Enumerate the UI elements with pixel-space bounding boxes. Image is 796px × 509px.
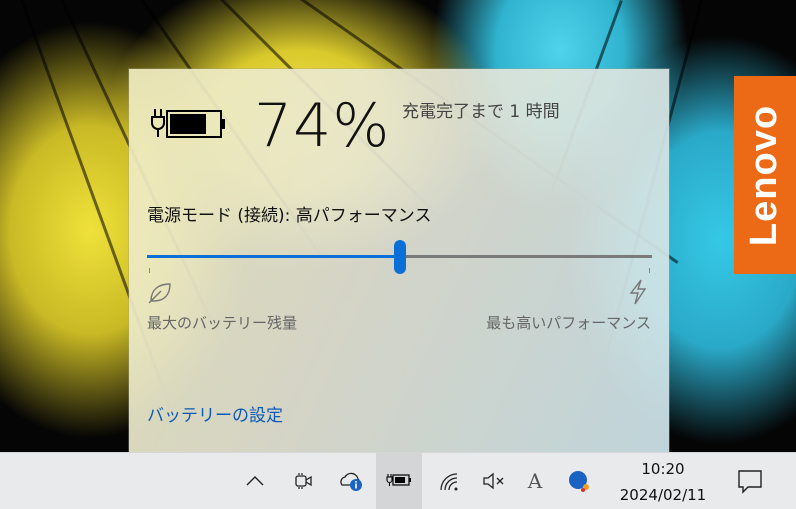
onedrive-button[interactable] bbox=[332, 453, 370, 509]
chevron-up-icon bbox=[246, 476, 264, 486]
battery-settings-link[interactable]: バッテリーの設定 bbox=[147, 401, 283, 426]
slider-track-filled bbox=[147, 255, 400, 258]
slider-tick-right bbox=[649, 268, 650, 273]
ime-button[interactable]: A bbox=[518, 453, 552, 509]
notification-icon bbox=[738, 470, 762, 494]
slider-thumb[interactable] bbox=[394, 240, 406, 274]
max-performance-label: 最も高いパフォーマンス bbox=[486, 314, 651, 332]
taskbar-clock[interactable]: 10:20 2024/02/11 bbox=[608, 453, 718, 509]
power-mode-slider[interactable] bbox=[147, 240, 652, 274]
volume-muted-icon bbox=[483, 472, 504, 490]
battery-percentage: 74% bbox=[254, 91, 391, 161]
lenovo-logo: Lenovo bbox=[734, 76, 796, 274]
wifi-icon bbox=[440, 473, 458, 491]
battery-button[interactable] bbox=[376, 453, 422, 509]
max-battery-label: 最大のバッテリー残量 bbox=[147, 314, 298, 332]
volume-button[interactable] bbox=[475, 453, 513, 509]
battery-icon bbox=[386, 474, 411, 486]
clock-date: 2024/02/11 bbox=[619, 486, 707, 504]
battery-charging-icon bbox=[151, 109, 225, 138]
action-center-button[interactable] bbox=[728, 453, 772, 509]
lenovo-logo-text: Lenovo bbox=[743, 104, 786, 246]
app-tray-button[interactable] bbox=[560, 453, 598, 509]
clock-time: 10:20 bbox=[641, 460, 685, 478]
network-button[interactable] bbox=[430, 453, 468, 509]
slider-tick-left bbox=[149, 268, 150, 273]
slider-track-empty bbox=[400, 255, 652, 258]
lightning-icon bbox=[629, 279, 647, 305]
app-icon bbox=[569, 471, 589, 492]
meet-now-icon bbox=[295, 473, 312, 489]
ime-indicator: A bbox=[527, 469, 543, 493]
show-hidden-icons-button[interactable] bbox=[236, 453, 274, 509]
onedrive-icon bbox=[340, 472, 362, 491]
power-mode-label: 電源モード (接続): 高パフォーマンス bbox=[147, 206, 432, 226]
taskbar: A 10:20 2024/02/11 bbox=[0, 452, 796, 509]
meet-now-button[interactable] bbox=[284, 453, 322, 509]
battery-flyout: 74% 充電完了まで 1 時間 電源モード (接続): 高パフォーマンス 最大の… bbox=[129, 69, 669, 452]
time-remaining: 充電完了まで 1 時間 bbox=[402, 102, 560, 122]
leaf-icon bbox=[148, 283, 171, 304]
